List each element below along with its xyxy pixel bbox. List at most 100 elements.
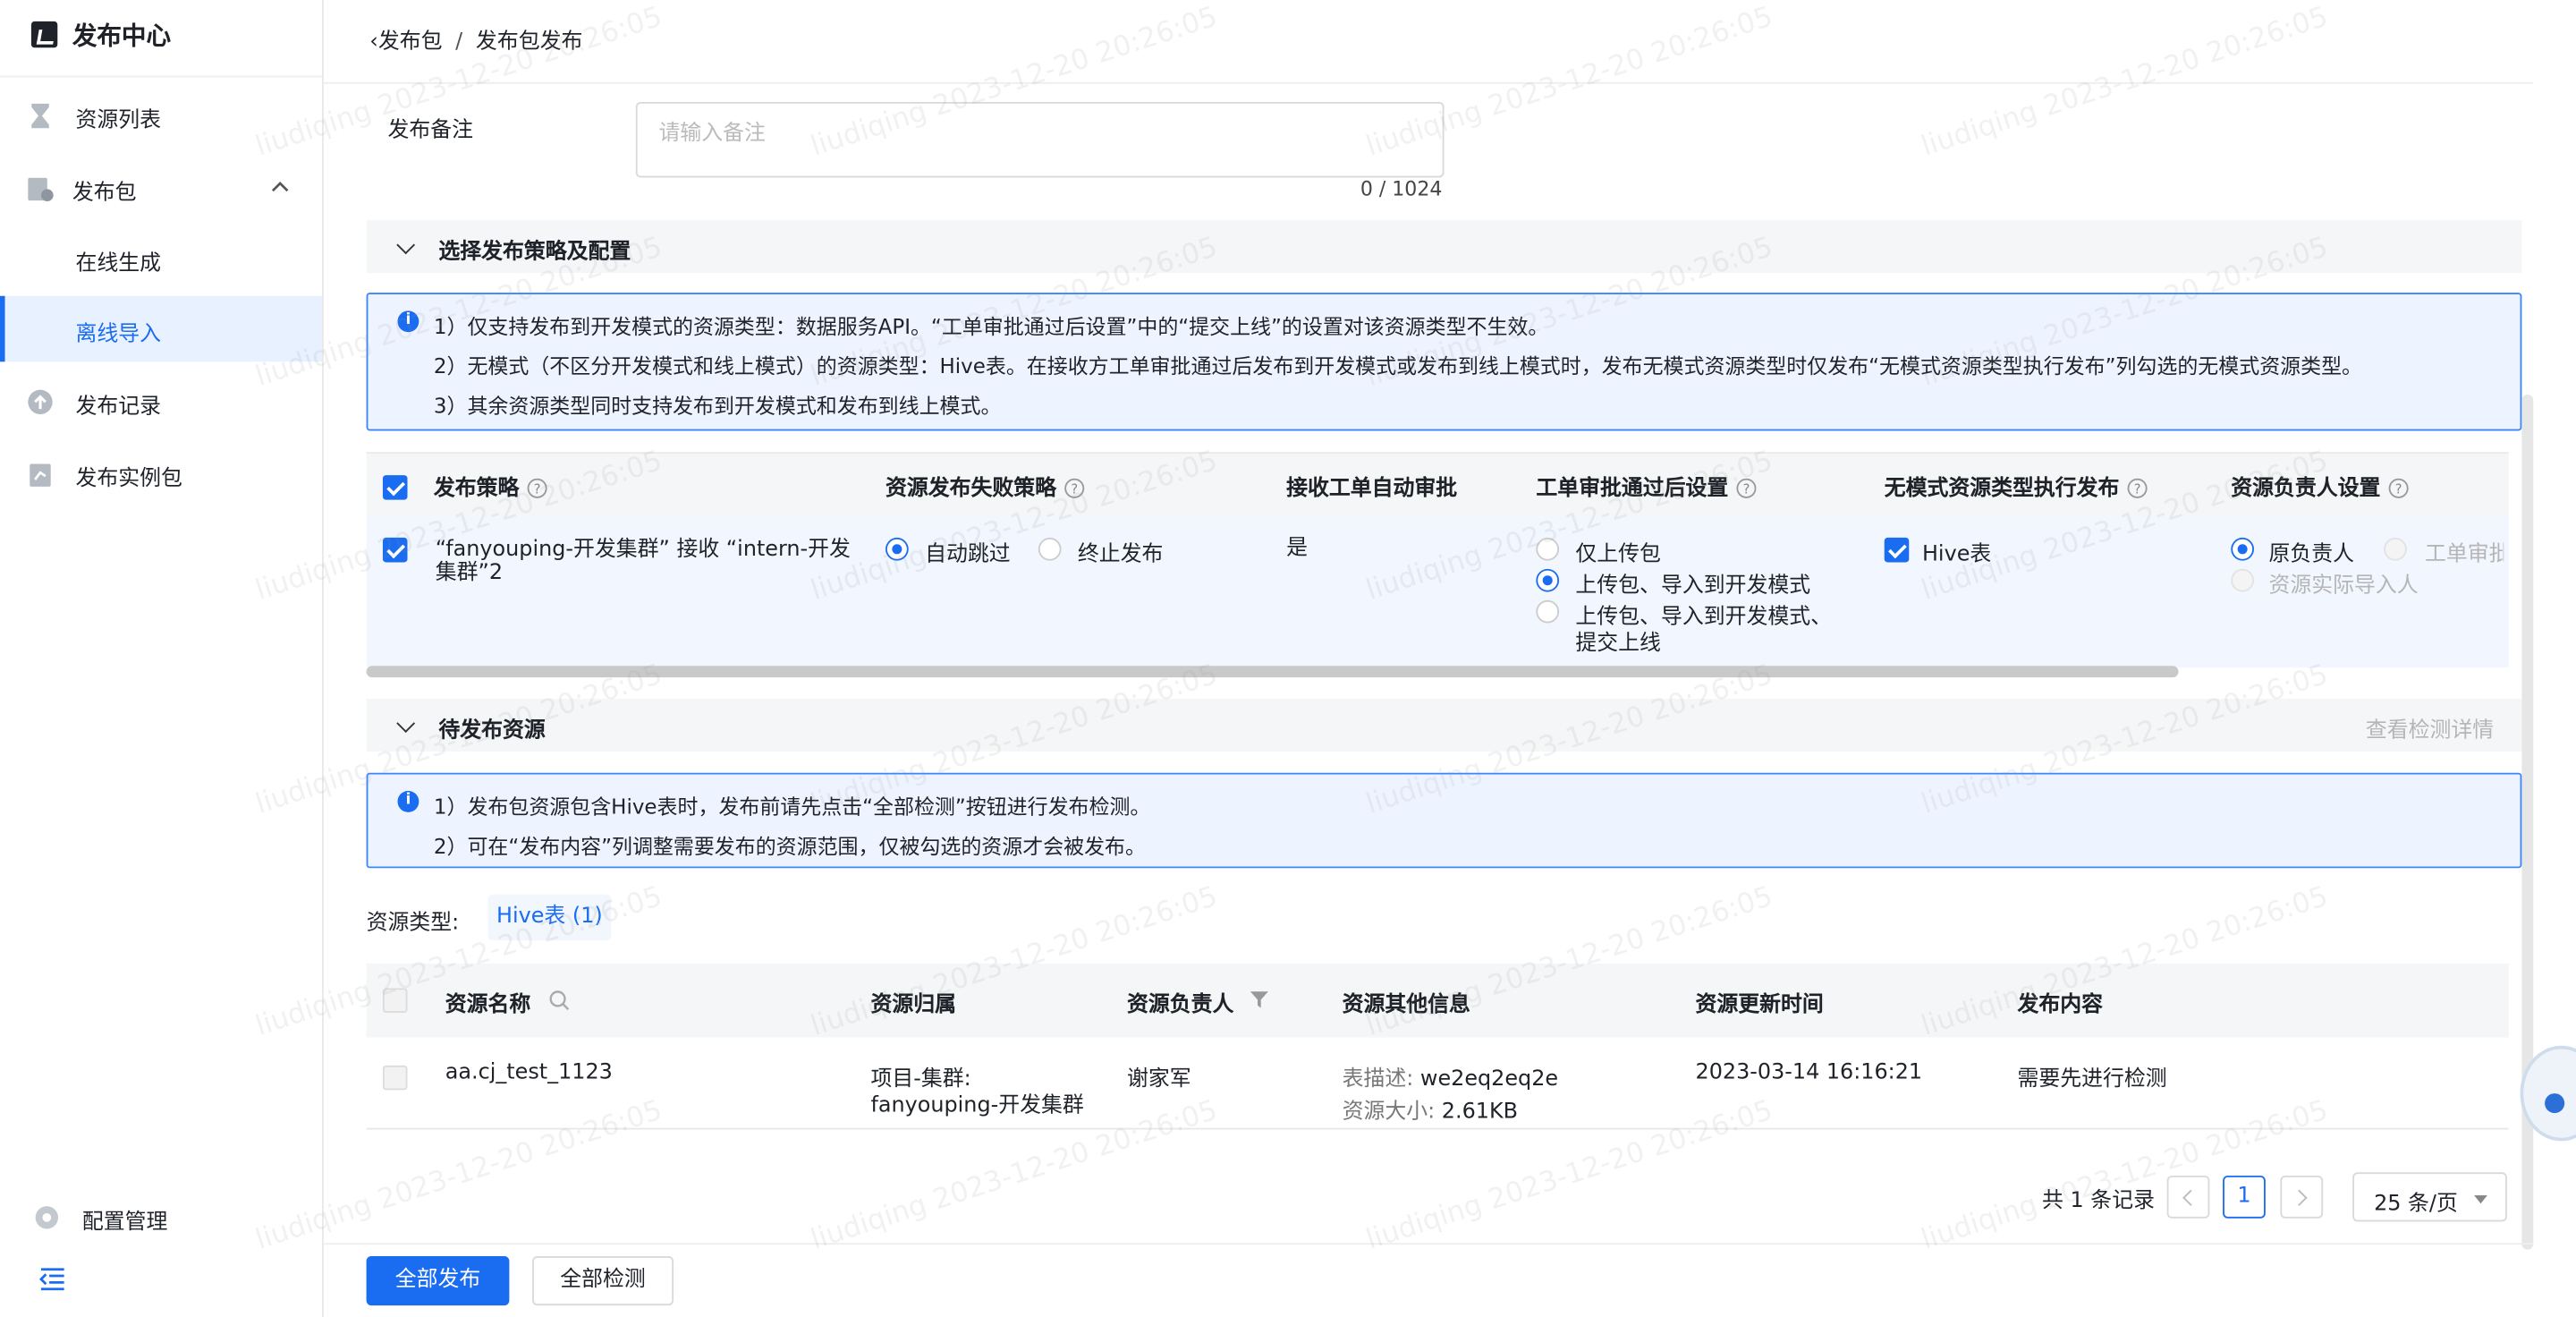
column-header-label: 发布策略	[433, 476, 520, 502]
search-icon[interactable]	[548, 990, 570, 1011]
after-radio-import-dev[interactable]	[1536, 568, 1560, 592]
after-option-label-cont: 提交上线	[1575, 631, 1661, 657]
help-icon[interactable]: ?	[527, 478, 547, 498]
schemaless-label: Hive表	[1921, 542, 1992, 568]
owner-radio-original[interactable]	[2231, 537, 2255, 561]
after-radio-import-submit[interactable]	[1536, 599, 1560, 624]
sidebar-item-offline-import[interactable]: 离线导入	[0, 295, 323, 362]
resource-type-tab-hive[interactable]: Hive表 (1)	[487, 894, 612, 941]
app-header: 发布中心	[0, 0, 323, 78]
owner-option-label: 工单审批	[2425, 542, 2504, 568]
column-header-schemaless: 无模式资源类型执行发布?	[1884, 471, 2148, 502]
desc-label: 表描述:	[1342, 1066, 1414, 1092]
sidebar-item-label: 资源列表	[75, 108, 162, 133]
strategy-table: 发布策略? 资源发布失败策略? 接收工单自动审批 工单审批通过后设置? 无模式资…	[366, 452, 2509, 675]
info-line: 1）仅支持发布到开发模式的资源类型：数据服务API。“工单审批通过后设置”中的“…	[433, 314, 1549, 339]
column-header-auto-approve: 接收工单自动审批	[1286, 476, 1458, 502]
column-header-label: 资源发布失败策略	[886, 476, 1057, 502]
sidebar-item-label: 配置管理	[81, 1210, 168, 1236]
breadcrumb-current: 发布包发布	[475, 30, 583, 55]
chevron-right-icon	[2291, 1189, 2308, 1206]
strategy-info-alert: i 1）仅支持发布到开发模式的资源类型：数据服务API。“工单审批通过后设置”中…	[366, 293, 2522, 431]
chevron-left-icon	[2182, 1189, 2199, 1206]
filter-icon[interactable]	[1250, 991, 1268, 1008]
fail-radio-skip[interactable]	[886, 537, 909, 561]
column-header-label: 资源负责人设置	[2231, 476, 2381, 502]
sidebar-item-config[interactable]: 配置管理	[0, 1184, 322, 1250]
owner-radio-approver[interactable]	[2384, 537, 2407, 561]
info-line: 1）发布包资源包含Hive表时，发布前请先点击“全部检测”按钮进行发布检测。	[433, 794, 1151, 820]
pending-info-alert: i 1）发布包资源包含Hive表时，发布前请先点击“全部检测”按钮进行发布检测。…	[366, 772, 2522, 869]
publish-all-button[interactable]: 全部发布	[366, 1256, 510, 1306]
resource-name: aa.cj_test_1123	[445, 1060, 613, 1085]
horizontal-scrollbar[interactable]	[366, 666, 2179, 678]
help-icon[interactable]: ?	[1736, 478, 1757, 498]
fail-radio-stop[interactable]	[1038, 537, 1062, 561]
remark-counter: 0 / 1024	[1360, 177, 1443, 201]
column-header-content: 发布内容	[2017, 992, 2104, 1018]
sidebar-item-package[interactable]: 发布包	[0, 155, 322, 221]
info-icon: i	[397, 790, 419, 812]
info-line: 2）可在“发布内容”列调整需要发布的资源范围，仅被勾选的资源才会被发布。	[433, 833, 1146, 859]
pagination-next-button[interactable]	[2280, 1175, 2324, 1219]
strategy-section-header[interactable]: 选择发布策略及配置	[366, 220, 2522, 274]
select-all-resources-checkbox[interactable]	[382, 988, 408, 1014]
breadcrumb: ‹发布包 / 发布包发布	[369, 23, 582, 55]
instance-package-icon	[30, 463, 51, 487]
column-header-scope: 资源归属	[870, 992, 957, 1018]
collapse-menu-icon[interactable]	[39, 1268, 65, 1291]
check-all-button[interactable]: 全部检测	[532, 1256, 674, 1306]
resource-content: 需要先进行检测	[2017, 1066, 2167, 1092]
breadcrumb-back-link[interactable]: ‹发布包	[369, 30, 442, 55]
sidebar-item-label: 发布记录	[75, 395, 162, 420]
strategy-table-header: 发布策略? 资源发布失败策略? 接收工单自动审批 工单审批通过后设置? 无模式资…	[366, 454, 2509, 517]
row-checkbox[interactable]	[382, 537, 408, 563]
sidebar-item-label: 离线导入	[75, 322, 162, 347]
column-header-owner: 资源负责人	[1127, 992, 1234, 1018]
view-check-details-link[interactable]: 查看检测详情	[2366, 712, 2494, 743]
pagination-page-1[interactable]: 1	[2223, 1175, 2266, 1219]
chevron-up-icon[interactable]	[271, 181, 289, 192]
remark-textarea[interactable]: 请输入备注	[635, 101, 1445, 178]
pagination-prev-button[interactable]	[2166, 1175, 2210, 1219]
breadcrumb-back-label: 发布包	[377, 30, 443, 55]
caret-down-icon	[2474, 1195, 2487, 1204]
pending-section-header[interactable]: 待发布资源	[366, 699, 2522, 752]
chevron-down-icon	[396, 235, 416, 255]
after-option-label: 上传包、导入到开发模式	[1575, 574, 1811, 599]
footer-divider	[323, 1243, 2534, 1245]
owner-option-label: 原负责人	[2268, 542, 2355, 568]
remark-placeholder: 请输入备注	[658, 121, 766, 147]
auto-approve-value: 是	[1286, 536, 1309, 561]
schemaless-hive-checkbox[interactable]	[1884, 537, 1910, 563]
table-row: aa.cj_test_1123 项目-集群: fanyouping-开发集群 谢…	[366, 1038, 2509, 1130]
sidebar-item-publish-records[interactable]: 发布记录	[0, 369, 322, 435]
section-title: 待发布资源	[438, 718, 546, 743]
page-size-select[interactable]: 25 条/页	[2352, 1172, 2507, 1222]
size-value: 2.61KB	[1441, 1100, 1518, 1125]
select-all-checkbox[interactable]	[382, 475, 408, 500]
sidebar-item-label: 发布包	[72, 181, 137, 206]
sidebar-item-resource-list[interactable]: 资源列表	[0, 82, 322, 149]
help-icon[interactable]: ?	[2388, 478, 2409, 498]
resource-owner: 谢家军	[1127, 1066, 1191, 1092]
help-icon[interactable]: ?	[1064, 478, 1085, 498]
strategy-row: “fanyouping-开发集群” 接收 “intern-开发 集群”2 自动跳…	[366, 516, 2509, 668]
after-radio-upload-only[interactable]	[1536, 537, 1560, 561]
sidebar-item-label: 发布实例包	[75, 466, 182, 492]
column-header-name: 资源名称	[445, 987, 531, 1018]
help-icon[interactable]: ?	[2127, 478, 2148, 498]
desc-value: we2eq2eq2e	[1419, 1066, 1559, 1092]
fail-option-label: 终止发布	[1077, 542, 1164, 568]
info-line: 3）其余资源类型同时支持发布到开发模式和发布到线上模式。	[433, 393, 1002, 418]
column-header-after-approval: 工单审批通过后设置?	[1536, 471, 1757, 501]
strategy-name-cont: 集群”2	[435, 560, 504, 586]
column-header-label: 无模式资源类型执行发布	[1884, 476, 2120, 502]
sidebar-item-online-generate[interactable]: 在线生成	[0, 225, 322, 292]
row-checkbox[interactable]	[382, 1065, 408, 1091]
sidebar: 发布中心 资源列表 发布包 在线生成 离线导入 发布记录 发布实例包 配置管理	[0, 0, 324, 1317]
owner-radio-importer[interactable]	[2231, 568, 2255, 592]
sidebar-item-instance-package[interactable]: 发布实例包	[0, 441, 322, 507]
chevron-down-icon	[396, 714, 416, 733]
size-label: 资源大小:	[1342, 1100, 1436, 1125]
